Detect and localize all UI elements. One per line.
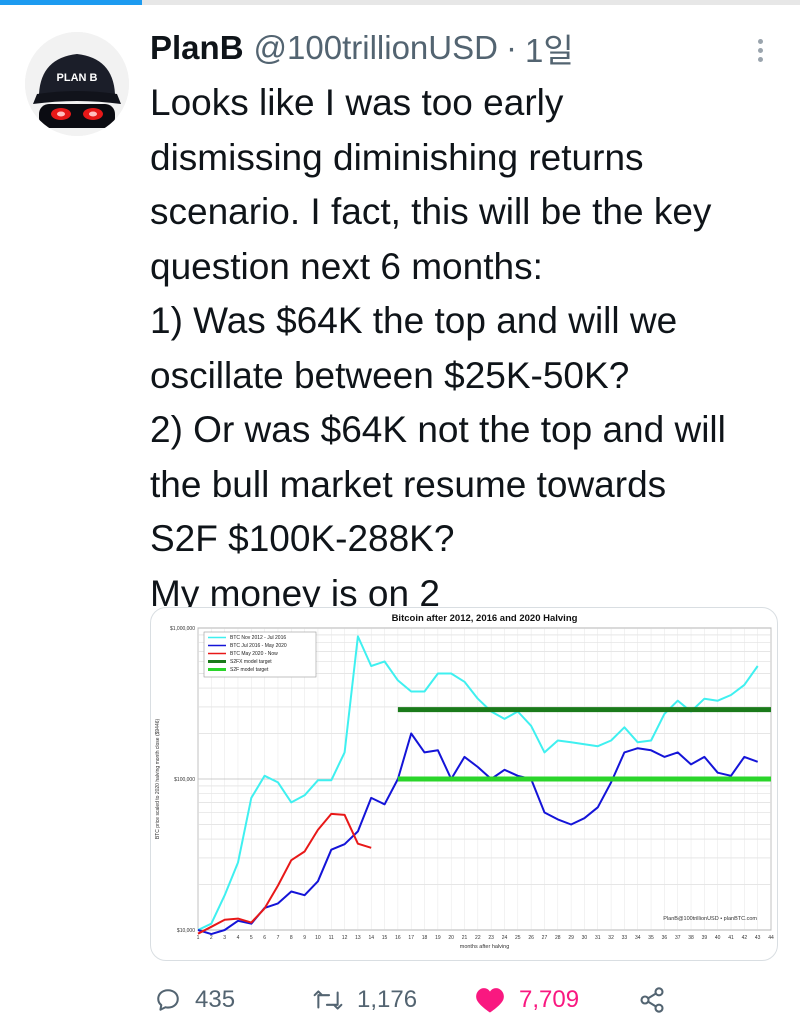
heart-icon (476, 988, 504, 1013)
x-tick-label: 10 (315, 935, 321, 941)
retweet-count: 1,176 (357, 986, 418, 1013)
x-tick-label: 8 (290, 935, 293, 941)
x-tick-label: 20 (448, 935, 454, 941)
chart-title: Bitcoin after 2012, 2016 and 2020 Halvin… (392, 613, 578, 624)
tweet-text-line: 2) Or was $64K not the top and will (150, 409, 726, 450)
tweet-media-chart[interactable]: $10,000 $100,000 $1,000,000 1 2 3 4 5 6 7 8 9 10 11 12… (150, 607, 778, 961)
x-tick-label: 40 (715, 935, 721, 941)
x-axis-label: months after halving (460, 944, 510, 950)
x-tick-label: 43 (755, 935, 761, 941)
reply-count: 435 (195, 986, 236, 1013)
x-tick-label: 2 (210, 935, 213, 941)
x-tick-label: 41 (728, 935, 734, 941)
legend-label: BTC Nov 2012 - Jul 2016 (230, 635, 286, 641)
avatar[interactable]: PLAN B (25, 32, 129, 136)
x-tick-label: 13 (355, 935, 361, 941)
legend-label: BTC Jul 2016 - May 2020 (230, 643, 287, 649)
more-icon[interactable] (748, 30, 772, 70)
author-handle[interactable]: @100trillionUSD (254, 29, 498, 67)
x-tick-label: 15 (382, 935, 388, 941)
x-tick-label: 27 (542, 935, 548, 941)
tweet-text-line: the bull market resume towards (150, 463, 667, 505)
like-button[interactable]: 7,709 (475, 975, 579, 1025)
tweet-text: Looks like I was too early dismissing di… (150, 76, 790, 621)
tweet-text-line: Looks like I was too early (150, 82, 564, 123)
chart-annotation: PlanB@100trillionUSD • planBTC.com (663, 916, 757, 922)
legend-label: BTC May 2020 - Now (230, 651, 278, 657)
reply-button[interactable]: 435 (155, 975, 235, 1025)
x-tick-label: 29 (568, 935, 574, 941)
x-tick-label: 42 (742, 935, 748, 941)
x-tick-label: 37 (675, 935, 681, 941)
x-tick-label: 28 (555, 935, 561, 941)
x-tick-label: 6 (263, 935, 266, 941)
x-tick-label: 9 (303, 935, 306, 941)
tweet-text-line: question next 6 months: (150, 245, 543, 287)
x-tick-label: 30 (582, 935, 588, 941)
x-tick-label: 24 (502, 935, 508, 941)
x-tick-label: 38 (688, 935, 694, 941)
cap-logo-icon: PLAN B (25, 32, 129, 136)
y-tick-label: $10,000 (177, 928, 195, 934)
author-name[interactable]: PlanB (150, 29, 244, 67)
y-tick-label: $100,000 (174, 777, 195, 783)
tweet-actions: 435 1,176 7,709 (150, 975, 710, 1025)
legend-label: S2F model target (230, 667, 269, 673)
x-tick-label: 22 (475, 935, 481, 941)
reply-icon (157, 989, 179, 1011)
x-tick-label: 31 (595, 935, 601, 941)
x-tick-label: 39 (702, 935, 708, 941)
tweet-text-line: scenario. I fact, this will be the key (150, 191, 712, 232)
x-tick-label: 19 (435, 935, 441, 941)
tweet-text-line: S2F $100K-288K? (150, 518, 455, 559)
x-tick-label: 16 (395, 935, 401, 941)
x-tick-label: 7 (277, 935, 280, 941)
x-tick-label: 36 (662, 935, 668, 941)
x-tick-label: 3 (223, 935, 226, 941)
x-tick-label: 4 (237, 935, 240, 941)
share-icon (640, 987, 664, 1013)
x-tick-label: 12 (342, 935, 348, 941)
x-tick-label: 32 (608, 935, 614, 941)
x-tick-label: 1 (197, 935, 200, 941)
x-tick-label: 18 (422, 935, 428, 941)
x-tick-label: 21 (462, 935, 468, 941)
y-tick-label: $1,000,000 (170, 626, 195, 632)
tweet-timestamp[interactable]: 1일 (525, 24, 574, 72)
legend-label: S2FX model target (230, 659, 272, 665)
x-tick-label: 34 (635, 935, 641, 941)
avatar-logo-text: PLAN B (57, 72, 98, 84)
x-tick-label: 26 (528, 935, 534, 941)
x-tick-label: 5 (250, 935, 253, 941)
y-axis-label: BTC price scaled to 2020 halving month c… (155, 719, 161, 840)
header-separator: · (505, 29, 517, 66)
tweet-header: PlanB @100trillionUSD · 1일 (150, 26, 574, 70)
x-tick-label: 44 (768, 935, 774, 941)
retweet-button[interactable]: 1,176 (313, 975, 417, 1025)
x-tick-label: 23 (488, 935, 494, 941)
tweet-text-line: dismissing diminishing returns (150, 136, 644, 178)
like-count: 7,709 (519, 986, 580, 1013)
retweet-icon (313, 990, 343, 1010)
x-tick-label: 17 (408, 935, 414, 941)
x-tick-label: 11 (329, 935, 334, 941)
x-tick-label: 33 (622, 935, 628, 941)
top-bar (0, 0, 800, 5)
loading-progress-bar (0, 0, 142, 5)
tweet-text-line: 1) Was $64K the top and will we (150, 300, 678, 341)
x-tick-label: 25 (515, 935, 521, 941)
chart-svg: $10,000$100,000$1,000,0001 2 3 4 5 6 7 8 9 10 11 12… (155, 613, 774, 950)
x-tick-label: 35 (648, 935, 654, 941)
x-tick-label: 14 (368, 935, 374, 941)
share-button[interactable] (638, 975, 666, 1025)
tweet-text-line: oscillate between $25K-50K? (150, 354, 630, 396)
